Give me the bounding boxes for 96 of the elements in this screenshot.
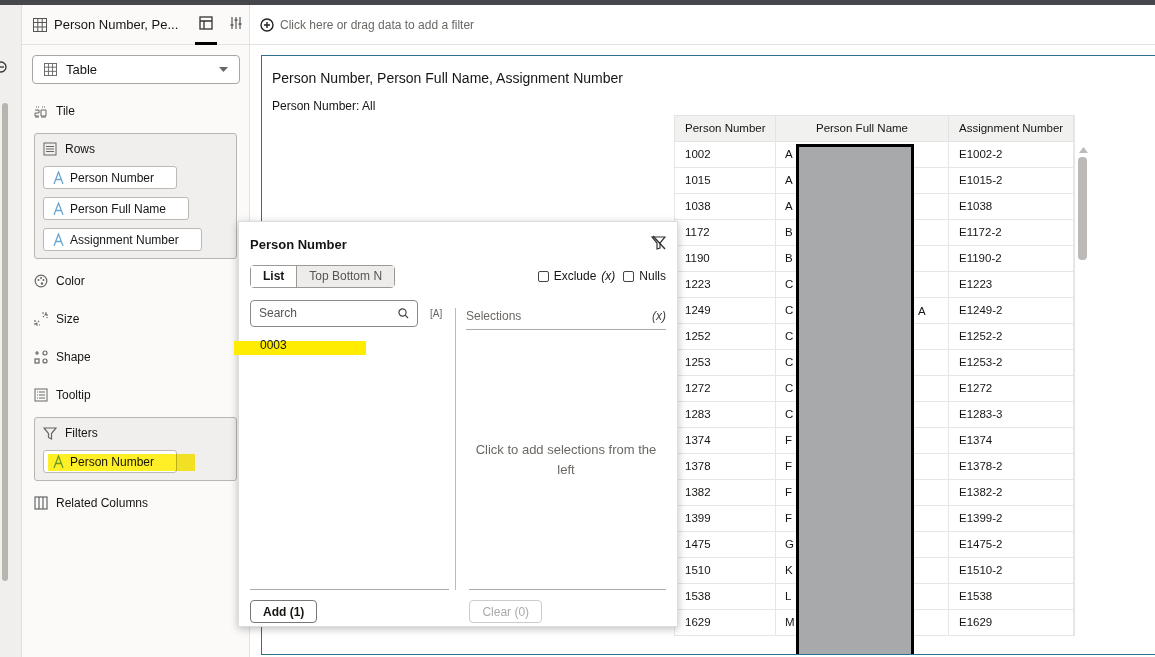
table-cell: C bbox=[785, 303, 794, 316]
shelf-label[interactable]: Color bbox=[56, 272, 85, 290]
table-cell: E1272 bbox=[948, 375, 1074, 402]
expression-toggle[interactable]: (x) bbox=[601, 267, 616, 285]
column-header[interactable]: Person Number bbox=[674, 115, 776, 142]
scrollbar-thumb[interactable] bbox=[1078, 157, 1087, 260]
table-cell: E1015-2 bbox=[948, 167, 1074, 194]
attribute-icon bbox=[53, 171, 64, 184]
palette-icon bbox=[34, 274, 48, 288]
add-icon[interactable] bbox=[260, 17, 274, 32]
table-cell: F bbox=[785, 485, 793, 498]
column-header[interactable]: Assignment Number bbox=[948, 115, 1074, 142]
filter-bar-placeholder[interactable]: Click here or drag data to add a filter bbox=[280, 15, 475, 34]
shelf-label[interactable]: Tooltip bbox=[56, 386, 91, 404]
table-cell: K bbox=[785, 563, 793, 576]
table-cell: E1538 bbox=[948, 583, 1074, 610]
table-cell: E1038 bbox=[948, 193, 1074, 220]
table-cell: C bbox=[785, 355, 794, 368]
expression-toggle[interactable]: (x) bbox=[652, 306, 666, 325]
shelf-label: Rows bbox=[65, 141, 95, 158]
table-cell: E1475-2 bbox=[948, 531, 1074, 558]
table-cell: E1253-2 bbox=[948, 349, 1074, 376]
table-cell: B bbox=[785, 251, 793, 264]
visualization-title: Person Number, Person Full Name, Assignment Number bbox=[272, 69, 624, 88]
shelf-label[interactable]: Tile bbox=[56, 102, 75, 120]
table-cell: E1252-2 bbox=[948, 323, 1074, 350]
table-cell: 1002 bbox=[674, 141, 776, 168]
checkbox-label[interactable]: Nulls bbox=[639, 267, 666, 285]
table-cell: E1172-2 bbox=[948, 219, 1074, 246]
panel-title: Person Number, Pe... bbox=[54, 15, 179, 34]
shelf-label: Filters bbox=[65, 425, 98, 442]
caret-icon bbox=[219, 67, 228, 72]
filter-summary: Person Number: All bbox=[272, 98, 377, 115]
search-icon bbox=[398, 307, 409, 319]
filter-mode-tab[interactable]: Top Bottom N bbox=[296, 265, 395, 287]
table-cell: E1629 bbox=[948, 609, 1074, 636]
checkbox[interactable] bbox=[537, 270, 549, 282]
table-cell: E1249-2 bbox=[948, 297, 1074, 324]
table-cell: F bbox=[785, 459, 793, 472]
table-cell: C bbox=[785, 329, 794, 342]
shelf-label[interactable]: Shape bbox=[56, 348, 91, 366]
data-pill[interactable]: Person Full Name bbox=[43, 197, 190, 220]
table-cell: E1510-2 bbox=[948, 557, 1074, 584]
filter-icon bbox=[43, 426, 57, 440]
table-cell: E1223 bbox=[948, 271, 1074, 298]
table-cell: L bbox=[785, 589, 792, 602]
popup-title: Person Number bbox=[250, 236, 347, 254]
search-field[interactable]: Search bbox=[250, 299, 418, 327]
table-icon bbox=[33, 17, 47, 32]
resize-icon bbox=[34, 312, 48, 326]
table-cell: E1002-2 bbox=[948, 141, 1074, 168]
table-cell: C bbox=[785, 407, 794, 420]
table-cell: E1190-2 bbox=[948, 245, 1074, 272]
table-cell: 1015 bbox=[674, 167, 776, 194]
scrollbar-thumb[interactable] bbox=[2, 103, 8, 581]
table-cell: B bbox=[785, 225, 793, 238]
tile-icon bbox=[34, 104, 48, 118]
layout-icon bbox=[199, 16, 214, 30]
table-cell-text: A bbox=[918, 304, 926, 319]
table-cell: 1038 bbox=[674, 193, 776, 220]
table-cell: E1382-2 bbox=[948, 479, 1074, 506]
sliders-icon bbox=[229, 16, 244, 30]
list-value[interactable]: 0003 bbox=[260, 335, 287, 354]
table-cell: A bbox=[785, 199, 793, 212]
checkbox[interactable] bbox=[623, 270, 635, 282]
table-cell: F bbox=[785, 511, 793, 524]
table-cell: A bbox=[785, 147, 793, 160]
table-cell: M bbox=[785, 615, 795, 628]
table-cell: G bbox=[785, 537, 794, 550]
table-cell: F bbox=[785, 433, 793, 446]
shelf-label[interactable]: Related Columns bbox=[56, 494, 149, 512]
table-cell: E1399-2 bbox=[948, 505, 1074, 532]
table-icon bbox=[44, 63, 57, 76]
case-toggle[interactable]: [A] bbox=[430, 305, 443, 321]
column-header[interactable]: Person Full Name bbox=[775, 115, 949, 142]
shelf-label[interactable]: Size bbox=[56, 310, 80, 328]
empty-selections-text: Click to add selections from the left bbox=[474, 440, 658, 479]
add-button[interactable]: Add (1) bbox=[250, 600, 318, 623]
selections-label: Selections bbox=[466, 307, 522, 325]
data-pill[interactable]: Person Number bbox=[43, 166, 178, 189]
clear-filter-icon[interactable] bbox=[651, 235, 666, 250]
table-cell: E1378-2 bbox=[948, 453, 1074, 480]
shapes-icon bbox=[34, 350, 48, 364]
columns-icon bbox=[34, 496, 48, 510]
checkbox-label[interactable]: Exclude bbox=[553, 267, 597, 285]
table-cell: A bbox=[785, 173, 793, 186]
table-cell: E1283-3 bbox=[948, 401, 1074, 428]
data-pill[interactable]: Assignment Number bbox=[43, 228, 202, 251]
attribute-icon bbox=[53, 233, 64, 246]
rows-icon bbox=[43, 142, 57, 156]
list-icon bbox=[34, 388, 48, 402]
attribute-icon bbox=[53, 202, 64, 215]
viz-type-dropdown[interactable]: Table bbox=[32, 55, 240, 84]
table-cell: E1374 bbox=[948, 427, 1074, 454]
table-cell: C bbox=[785, 381, 794, 394]
table-cell: C bbox=[785, 277, 794, 290]
